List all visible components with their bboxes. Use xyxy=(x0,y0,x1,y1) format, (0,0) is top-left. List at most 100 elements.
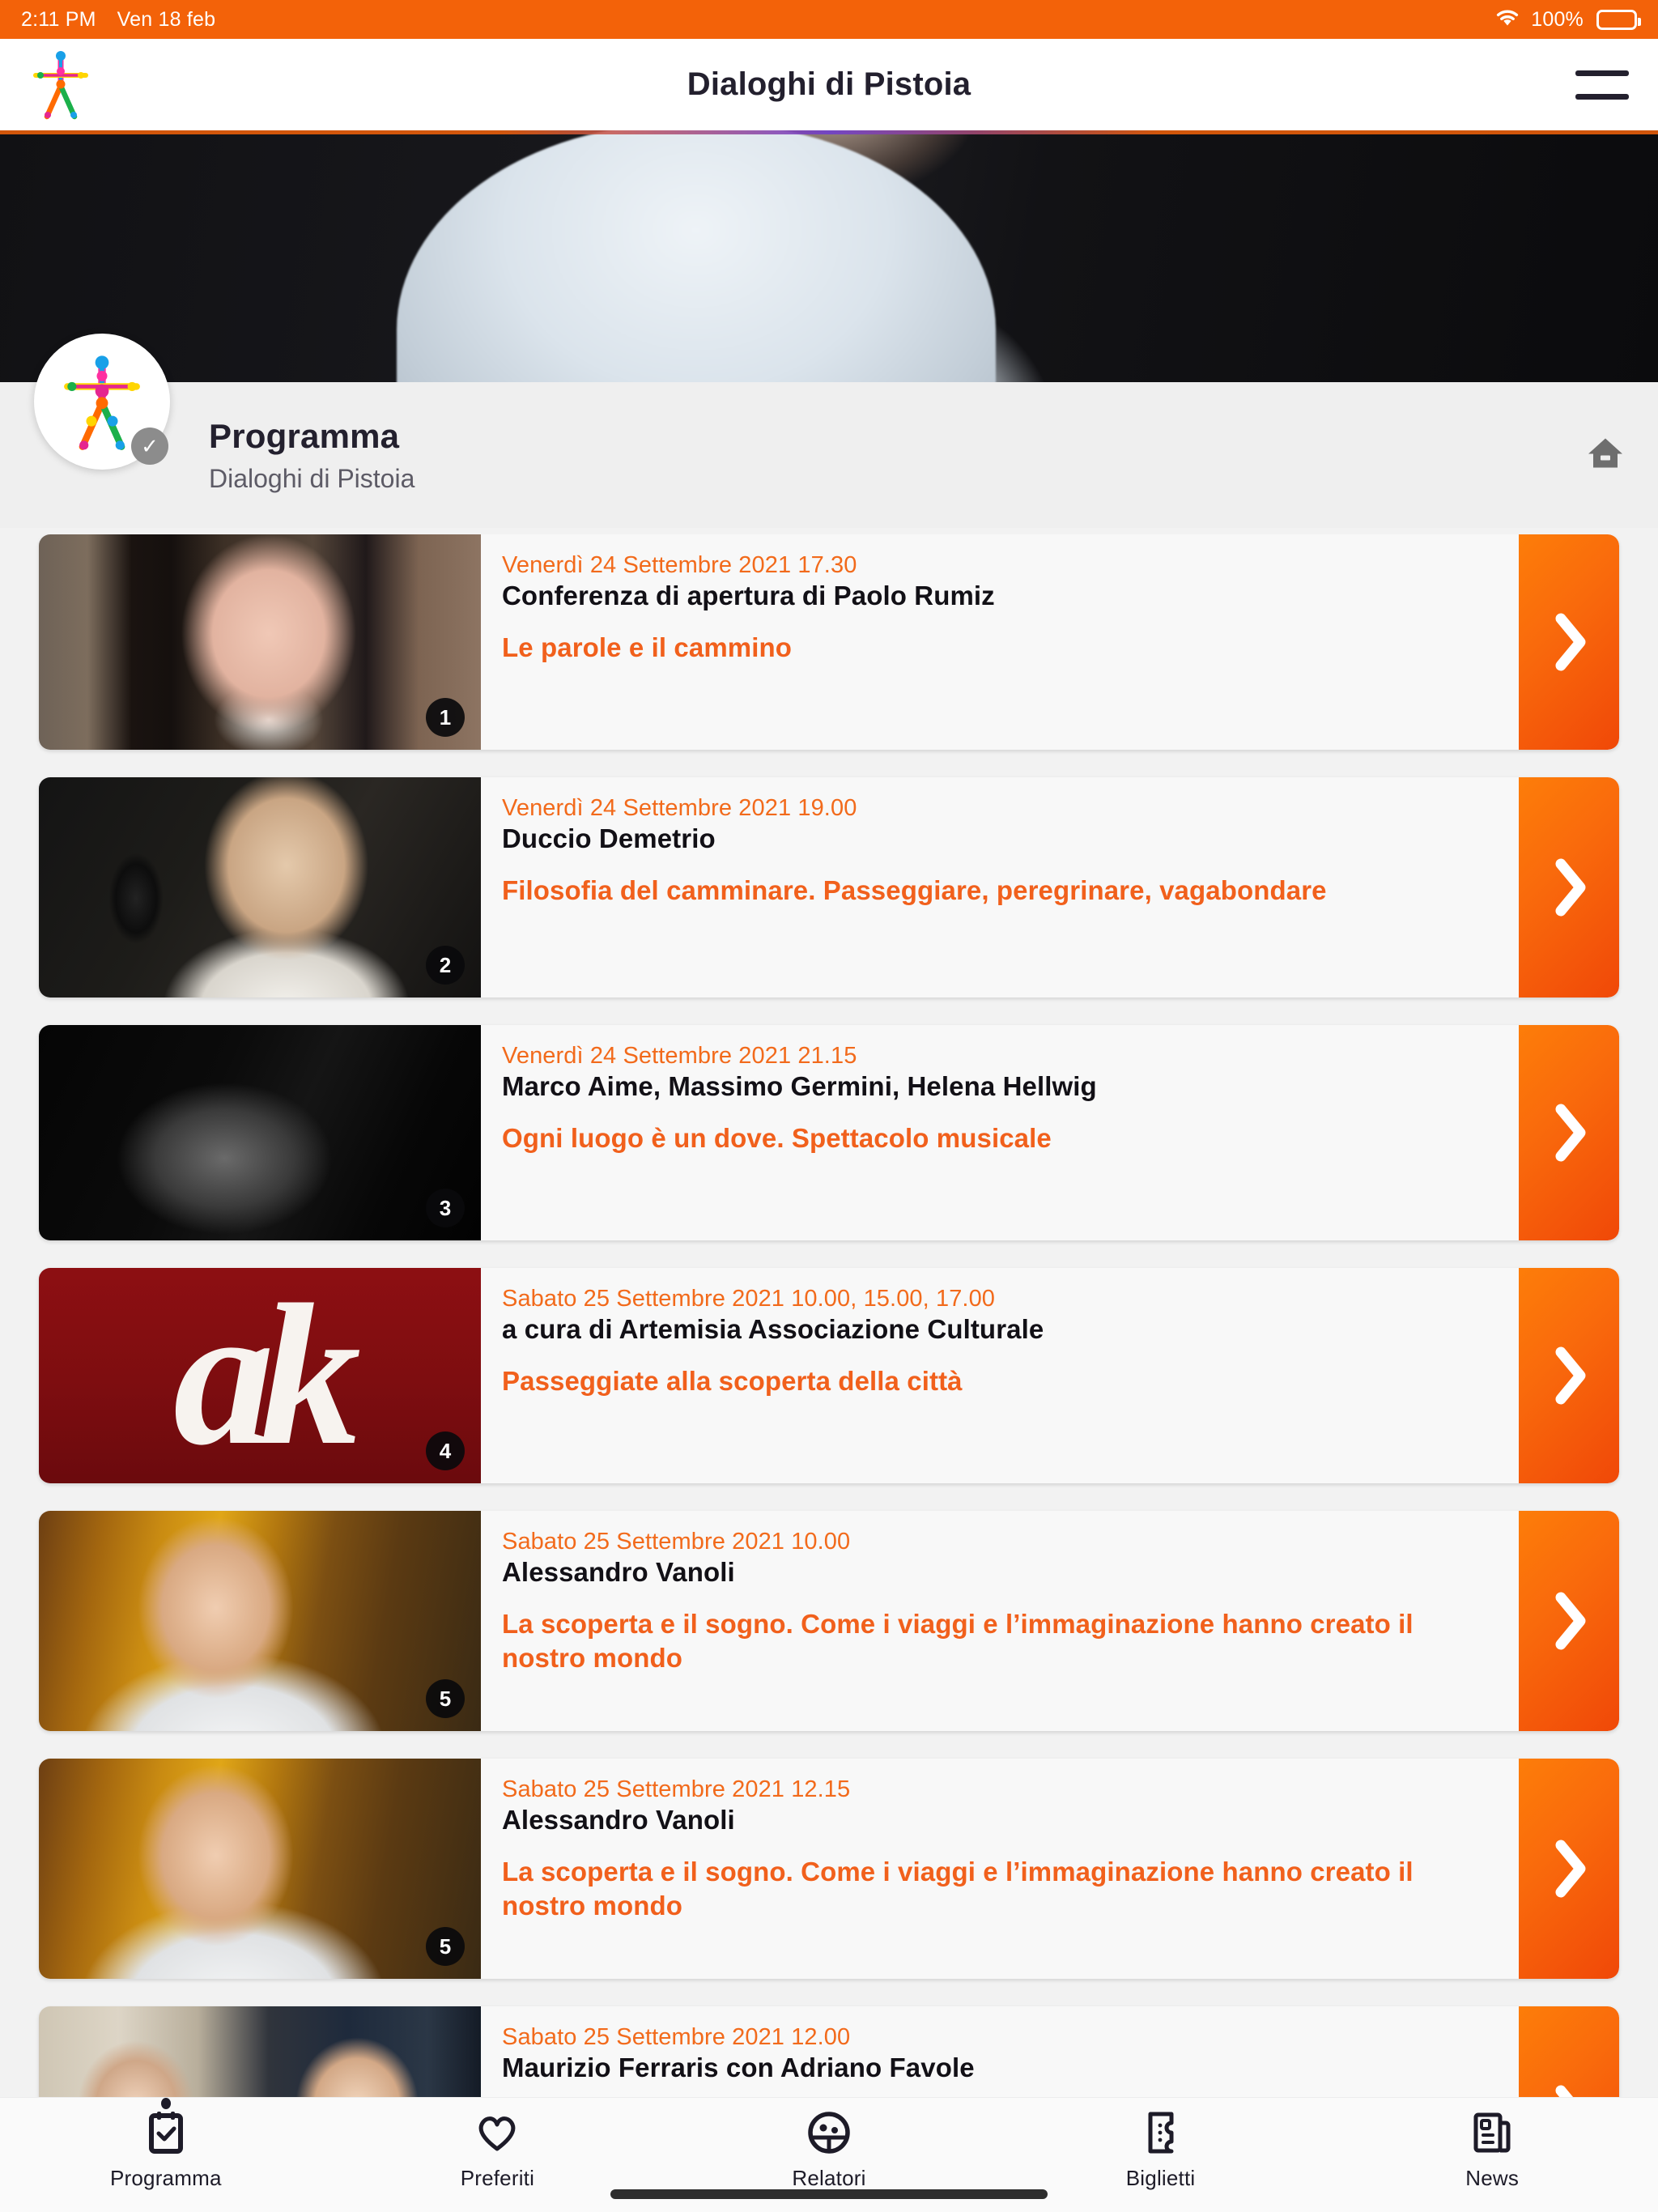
event-open-button[interactable] xyxy=(1519,1268,1619,1483)
event-details: Sabato 25 Settembre 2021 10.00 Alessandro… xyxy=(481,1511,1519,1731)
event-thumbnail[interactable]: 5 xyxy=(39,1759,481,1979)
clipboard-check-icon xyxy=(144,2109,188,2160)
event-card[interactable]: Sabato 25 Settembre 2021 12.00 Maurizio F… xyxy=(39,2006,1619,2097)
event-number-badge: 2 xyxy=(426,946,465,985)
chevron-right-icon xyxy=(1548,2084,1590,2097)
nav-tab-relatori[interactable]: Relatori xyxy=(663,2108,995,2191)
event-details: Sabato 25 Settembre 2021 12.15 Alessandro… xyxy=(481,1759,1519,1979)
wifi-icon xyxy=(1494,6,1521,33)
event-thumbnail-image xyxy=(39,1025,481,1240)
event-open-button[interactable] xyxy=(1519,1025,1619,1240)
event-speaker: Maurizio Ferraris con Adriano Favole xyxy=(502,2052,975,2082)
event-thumbnail[interactable]: 5 xyxy=(39,1511,481,1731)
event-title: Passeggiate alla scoperta della città xyxy=(502,1366,963,1396)
nav-tab-label: Relatori xyxy=(792,2166,866,2190)
app-title: Dialoghi di Pistoia xyxy=(687,66,971,102)
profile-header: ✓ Programma Dialoghi di Pistoia xyxy=(0,334,1658,528)
nav-tab-preferiti[interactable]: 0 Preferiti xyxy=(332,2099,664,2191)
status-bar: 2:11 PM Ven 18 feb 100% xyxy=(0,0,1658,39)
nav-icon-wrap xyxy=(1141,2108,1181,2161)
event-speaker: Alessandro Vanoli xyxy=(502,1805,735,1835)
nav-tab-biglietti[interactable]: Biglietti xyxy=(995,2108,1327,2191)
nav-icon-wrap xyxy=(144,2108,188,2161)
event-thumbnail[interactable]: ak 4 xyxy=(39,1268,481,1483)
event-details: Venerdì 24 Settembre 2021 21.15 Marco Aim… xyxy=(481,1025,1519,1240)
battery-percent: 100% xyxy=(1531,7,1584,31)
event-thumbnail[interactable]: 3 xyxy=(39,1025,481,1240)
chevron-right-icon xyxy=(1548,612,1590,672)
home-icon[interactable] xyxy=(1587,436,1624,474)
event-datetime: Sabato 25 Settembre 2021 10.00, 15.00, 1… xyxy=(502,1286,996,1312)
chevron-right-icon xyxy=(1548,1103,1590,1163)
event-datetime: Sabato 25 Settembre 2021 12.00 xyxy=(502,2024,851,2050)
vitruvian-logo-icon[interactable] xyxy=(29,49,92,121)
event-speaker: Alessandro Vanoli xyxy=(502,1557,735,1587)
status-date: Ven 18 feb xyxy=(117,7,216,31)
event-title: Le parole e il cammino xyxy=(502,632,792,662)
event-thumbnail[interactable]: 2 xyxy=(39,777,481,998)
event-speaker: Duccio Demetrio xyxy=(502,823,716,853)
event-list[interactable]: 1 Venerdì 24 Settembre 2021 17.30 Conferen… xyxy=(0,534,1658,2097)
nav-badge: 7 xyxy=(1509,2099,1549,2142)
news-icon xyxy=(1470,2110,1514,2159)
event-card[interactable]: 5 Sabato 25 Settembre 2021 12.15 Alessandr… xyxy=(39,1759,1619,1979)
artemisia-logo-glyph: ak xyxy=(173,1268,361,1483)
event-number-badge: 4 xyxy=(426,1431,465,1470)
event-number-badge: 3 xyxy=(426,1189,465,1227)
event-number-badge: 5 xyxy=(426,1679,465,1718)
avatar[interactable]: ✓ xyxy=(34,334,170,470)
page-title: Programma xyxy=(209,416,400,455)
event-card[interactable]: 2 Venerdì 24 Settembre 2021 19.00 Duccio D… xyxy=(39,777,1619,998)
event-open-button[interactable] xyxy=(1519,777,1619,998)
event-title: La scoperta e il sogno. Come i viaggi e … xyxy=(502,1609,1414,1674)
event-details: Venerdì 24 Settembre 2021 17.30 Conferenz… xyxy=(481,534,1519,750)
event-open-button[interactable] xyxy=(1519,534,1619,750)
hero-banner-image xyxy=(0,130,1658,382)
hamburger-menu-icon[interactable] xyxy=(1575,67,1629,103)
event-card[interactable]: ak 4 Sabato 25 Settembre 2021 10.00, 15.00… xyxy=(39,1268,1619,1483)
event-speaker: a cura di Artemisia Associazione Cultura… xyxy=(502,1314,1044,1344)
event-thumbnail-image xyxy=(39,2006,481,2097)
event-thumbnail-image xyxy=(39,1759,481,1979)
event-title: Ogni luogo è un dove. Spettacolo musical… xyxy=(502,1123,1052,1153)
app-screen: 2:11 PM Ven 18 feb 100% Dialoghi di Pist… xyxy=(0,0,1658,2212)
nav-tab-label: Programma xyxy=(109,2166,222,2190)
status-bar-right: 100% xyxy=(1494,6,1641,33)
ticket-icon xyxy=(1141,2110,1181,2159)
event-details: Venerdì 24 Settembre 2021 19.00 Duccio De… xyxy=(481,777,1519,998)
event-open-button[interactable] xyxy=(1519,1759,1619,1979)
profile-text: Programma Dialoghi di Pistoia xyxy=(209,417,414,494)
speaker-face-icon xyxy=(806,2110,852,2159)
nav-badge: 0 xyxy=(514,2099,554,2142)
event-open-button[interactable] xyxy=(1519,2006,1619,2097)
event-title: La scoperta e il sogno. Come i viaggi e … xyxy=(502,1857,1414,1921)
chevron-right-icon xyxy=(1548,1839,1590,1899)
nav-icon-wrap xyxy=(806,2108,852,2161)
event-card[interactable]: 1 Venerdì 24 Settembre 2021 17.30 Conferen… xyxy=(39,534,1619,750)
nav-tab-label: News xyxy=(1465,2166,1520,2190)
event-open-button[interactable] xyxy=(1519,1511,1619,1731)
nav-tab-label: Preferiti xyxy=(460,2166,535,2190)
event-thumbnail[interactable] xyxy=(39,2006,481,2097)
nav-tab-news[interactable]: 7 News xyxy=(1326,2099,1658,2191)
event-details: Sabato 25 Settembre 2021 10.00, 15.00, 1… xyxy=(481,1268,1519,1483)
event-thumbnail[interactable]: 1 xyxy=(39,534,481,750)
chevron-right-icon xyxy=(1548,857,1590,917)
event-speaker: Marco Aime, Massimo Germini, Helena Hell… xyxy=(502,1071,1097,1101)
status-time: 2:11 PM xyxy=(21,7,96,31)
nav-tab-label: Biglietti xyxy=(1125,2166,1196,2190)
event-thumbnail-image: ak xyxy=(39,1268,481,1483)
event-datetime: Sabato 25 Settembre 2021 12.15 xyxy=(502,1776,851,1802)
nav-icon-wrap: 7 xyxy=(1470,2099,1549,2161)
nav-icon-wrap: 0 xyxy=(475,2099,554,2161)
chevron-right-icon xyxy=(1548,1346,1590,1406)
event-card[interactable]: 5 Sabato 25 Settembre 2021 10.00 Alessandr… xyxy=(39,1511,1619,1731)
event-card[interactable]: 3 Venerdì 24 Settembre 2021 21.15 Marco Ai… xyxy=(39,1025,1619,1240)
verified-check-icon: ✓ xyxy=(131,428,168,465)
heart-icon xyxy=(475,2112,519,2158)
app-bar: Dialoghi di Pistoia xyxy=(0,39,1658,130)
chevron-right-icon xyxy=(1548,1591,1590,1651)
nav-tab-programma[interactable]: Programma xyxy=(0,2098,332,2191)
event-datetime: Venerdì 24 Settembre 2021 21.15 xyxy=(502,1043,857,1069)
event-number-badge: 1 xyxy=(426,698,465,737)
